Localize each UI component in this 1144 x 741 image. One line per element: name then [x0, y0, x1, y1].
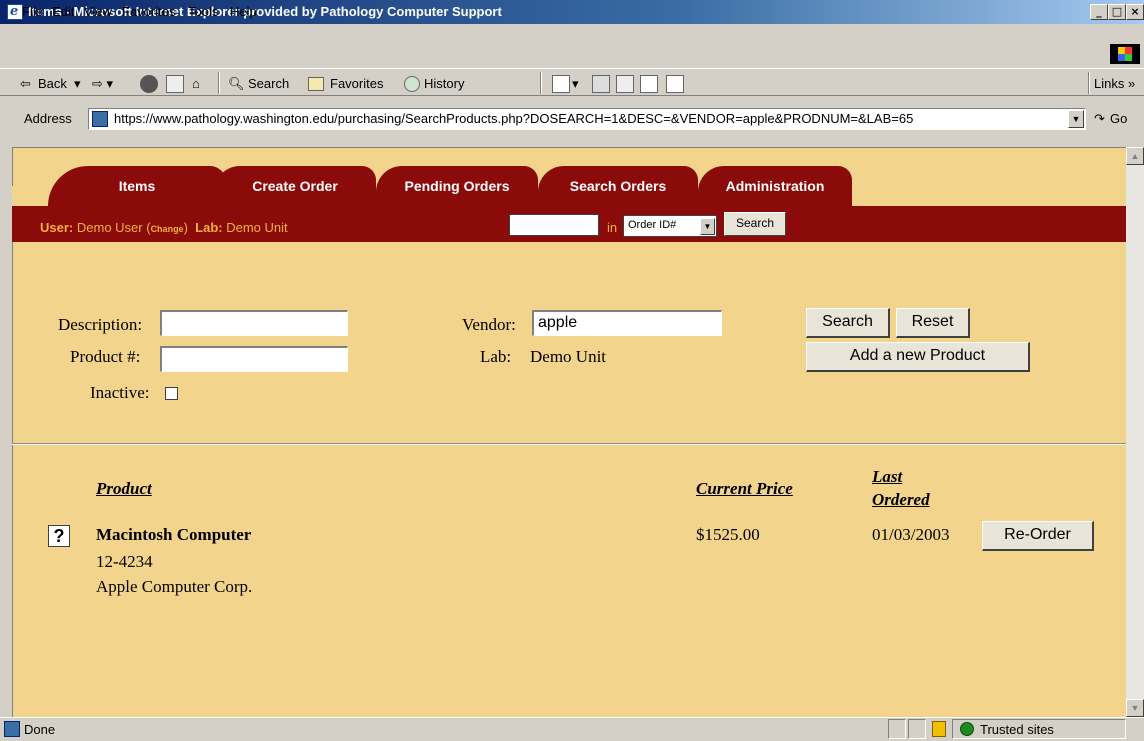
description-field[interactable]	[160, 310, 348, 336]
vendor-label: Vendor:	[462, 315, 516, 334]
links-button[interactable]: Links »	[1094, 76, 1135, 91]
home-icon[interactable]: ⌂	[192, 76, 200, 91]
reset-button[interactable]: Reset	[896, 308, 970, 338]
quick-search-button[interactable]: Search	[724, 212, 786, 236]
mail-icon[interactable]	[552, 75, 570, 93]
refresh-icon[interactable]	[166, 75, 184, 93]
zone-text: Trusted sites	[980, 722, 1054, 737]
product-vendor: Apple Computer Corp.	[96, 577, 253, 596]
product-number-field[interactable]	[160, 346, 348, 372]
status-panel	[888, 719, 906, 739]
menu-edit[interactable]: Edit	[52, 4, 74, 19]
product-name: Macintosh Computer	[96, 525, 252, 544]
tab-items[interactable]: Items	[48, 166, 226, 206]
menu-tools[interactable]: Tools	[188, 4, 218, 19]
back-arrow-icon: ⇦	[20, 76, 31, 91]
favorites-icon	[308, 77, 324, 91]
user-info: User: Demo User (Change) Lab: Demo Unit	[40, 220, 288, 235]
last-ordered-header-line2: Ordered	[872, 490, 930, 509]
minimize-button[interactable]: _	[1090, 4, 1108, 20]
address-url[interactable]: https://www.pathology.washington.edu/pur…	[114, 111, 913, 126]
go-button[interactable]: Go	[1110, 111, 1127, 126]
tab-create-order[interactable]: Create Order	[214, 166, 376, 206]
divider	[12, 443, 1126, 445]
page-icon	[4, 721, 20, 737]
back-dropdown-icon[interactable]: ▾	[74, 76, 81, 92]
stop-icon[interactable]	[140, 75, 158, 93]
scroll-up-icon[interactable]: ▲	[1126, 147, 1144, 165]
lab-label: Lab:	[195, 220, 223, 235]
chevron-down-icon[interactable]: ▼	[700, 218, 715, 235]
status-text: Done	[24, 722, 56, 737]
inactive-label: Inactive:	[90, 383, 150, 402]
print-icon[interactable]	[592, 75, 610, 93]
history-button[interactable]: History	[424, 76, 464, 91]
product-price: $1525.00	[696, 525, 760, 544]
content-frame-edge	[0, 145, 12, 717]
lock-icon	[932, 721, 946, 737]
maximize-button[interactable]: □	[1108, 4, 1126, 20]
tab-administration[interactable]: Administration	[698, 166, 852, 206]
back-button[interactable]: Back	[38, 76, 67, 91]
edit-page-icon[interactable]	[616, 75, 634, 93]
history-icon	[404, 76, 420, 92]
menu-help[interactable]: Help	[230, 4, 257, 19]
ie-logo-icon: e	[7, 4, 23, 20]
user-name: Demo User (	[76, 220, 151, 235]
windows-logo-icon	[1110, 44, 1140, 64]
menu-view[interactable]: View	[84, 4, 112, 19]
close-button[interactable]: ×	[1126, 4, 1144, 20]
search-button[interactable]: Search	[248, 76, 289, 91]
price-column-header: Current Price	[696, 479, 793, 498]
lab-form-value: Demo Unit	[530, 347, 607, 366]
product-column-header: Product	[96, 479, 152, 498]
forward-button[interactable]: ⇨ ▾	[92, 76, 113, 92]
vertical-scrollbar[interactable]	[1126, 147, 1144, 717]
tab-pending-orders[interactable]: Pending Orders	[376, 166, 538, 206]
inactive-checkbox[interactable]	[165, 387, 178, 400]
description-label: Description:	[58, 315, 143, 334]
change-user-link[interactable]: Change	[151, 224, 184, 234]
mail-dropdown-icon[interactable]: ▾	[572, 76, 579, 92]
lab-name: Demo Unit	[226, 220, 288, 235]
vendor-field[interactable]: apple	[532, 310, 722, 336]
product-number-label: Product #:	[70, 347, 141, 366]
address-dropdown-icon[interactable]: ▼	[1068, 110, 1084, 128]
go-arrow-icon: ↷	[1094, 111, 1105, 126]
add-product-button[interactable]: Add a new Product	[806, 342, 1030, 372]
page-icon	[92, 111, 108, 127]
tab-search-orders[interactable]: Search Orders	[538, 166, 698, 206]
messenger-icon[interactable]	[666, 75, 684, 93]
quick-search-in-label: in	[607, 220, 618, 235]
favorites-button[interactable]: Favorites	[330, 76, 383, 91]
user-label: User:	[40, 220, 74, 235]
product-number: 12-4234	[96, 552, 153, 571]
search-icon: 🔍︎	[228, 76, 245, 91]
status-panel	[908, 719, 926, 739]
product-info-icon[interactable]: ?	[48, 525, 70, 547]
quick-search-input[interactable]	[509, 214, 599, 236]
trusted-zone-icon	[960, 722, 974, 736]
discuss-icon[interactable]	[640, 75, 658, 93]
menu-favorites[interactable]: Favorites	[122, 4, 175, 19]
lab-form-label: Lab:	[480, 347, 512, 366]
last-ordered-header-line1: Last	[872, 467, 903, 486]
menu-file[interactable]: File	[22, 4, 43, 19]
menu-bar	[0, 42, 1144, 66]
product-last-ordered: 01/03/2003	[872, 525, 950, 544]
scroll-down-icon[interactable]: ▼	[1126, 699, 1144, 717]
search-button[interactable]: Search	[806, 308, 890, 338]
address-label: Address	[24, 111, 72, 126]
reorder-button[interactable]: Re-Order	[982, 521, 1094, 551]
